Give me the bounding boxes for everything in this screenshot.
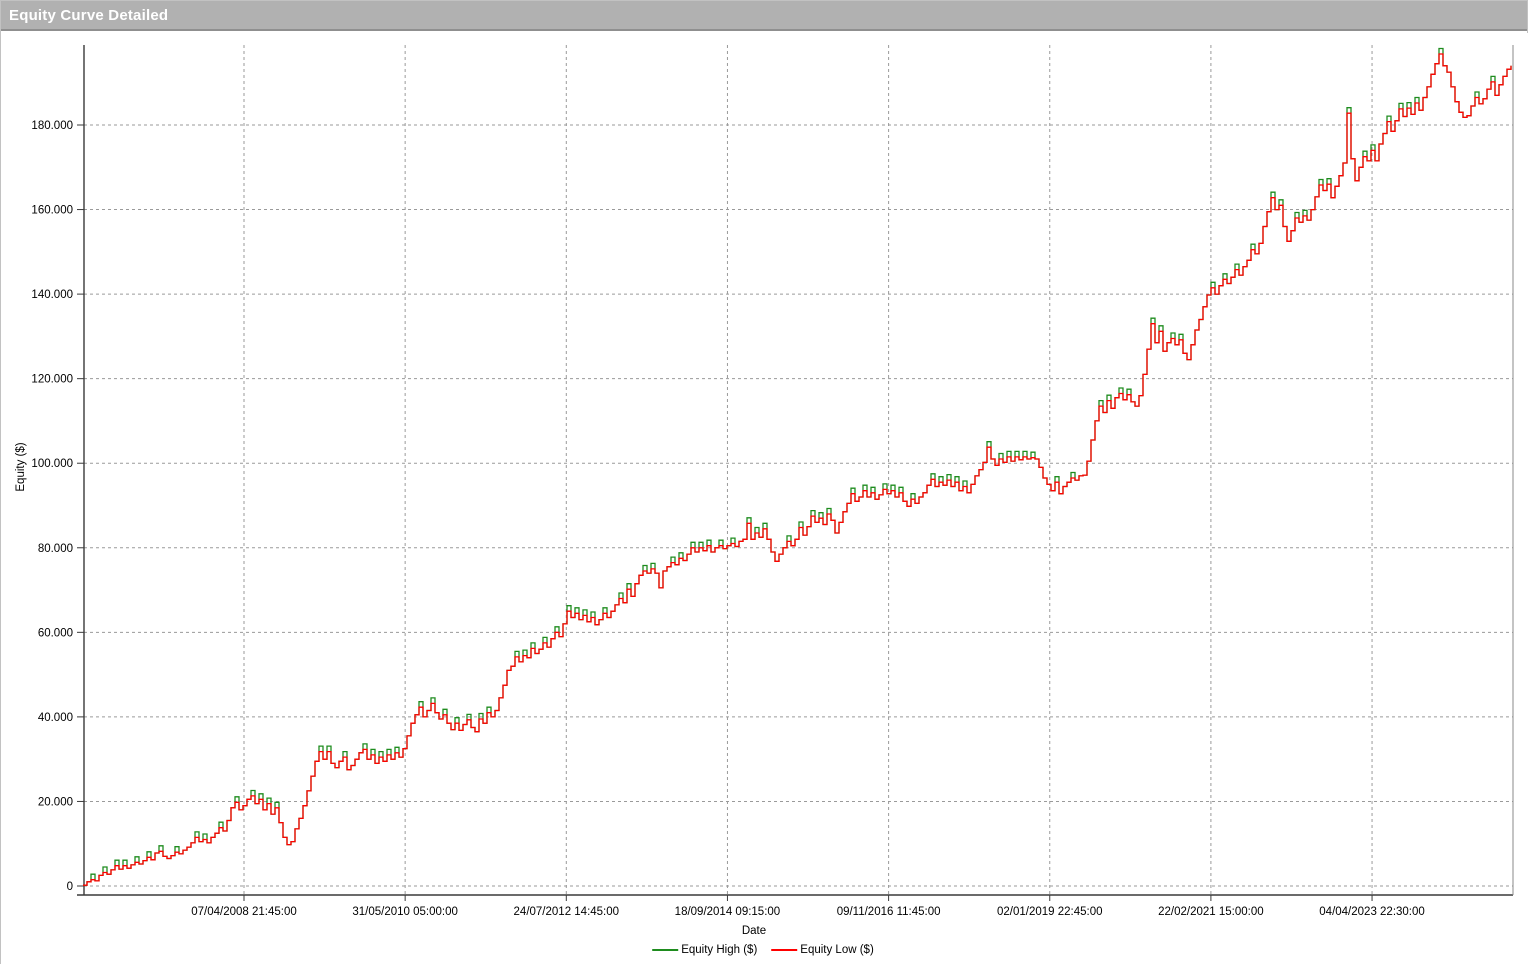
x-tick-label: 07/04/2008 21:45:00 xyxy=(191,906,297,918)
equity-low-series xyxy=(83,54,1511,885)
x-tick-label: 09/11/2016 11:45:00 xyxy=(837,906,941,918)
y-tick-label: 100.000 xyxy=(31,458,73,470)
y-tick-label: 60.000 xyxy=(38,627,73,639)
x-axis-title: Date xyxy=(742,925,766,937)
equity-high-line-icon xyxy=(652,949,678,951)
x-tick-label: 22/02/2021 15:00:00 xyxy=(1158,906,1264,918)
y-tick-label: 20.000 xyxy=(38,796,73,808)
chart-region[interactable]: 0 20.000 40.000 60.000 80.000 100.000 120.000 1… xyxy=(1,33,1528,965)
legend-label-equity-high: Equity High ($) xyxy=(681,944,757,956)
equity-curve-window: Equity Curve Detailed 0 20.000 40.000 60.00… xyxy=(0,0,1528,964)
x-tick-label: 18/09/2014 09:15:00 xyxy=(675,906,781,918)
y-axis-title: Equity ($) xyxy=(15,442,27,491)
x-tick-label: 02/01/2019 22:45:00 xyxy=(997,906,1103,918)
x-tick-label: 04/04/2023 22:30:00 xyxy=(1319,906,1425,918)
y-tick-label: 80.000 xyxy=(38,543,73,555)
window-titlebar[interactable]: Equity Curve Detailed xyxy=(1,1,1527,31)
x-tick-label: 24/07/2012 14:45:00 xyxy=(514,906,620,918)
equity-low-line-icon xyxy=(771,949,797,951)
chart-legend: Equity High ($) Equity Low ($) xyxy=(652,944,874,956)
equity-high-series xyxy=(83,49,1511,886)
window-title: Equity Curve Detailed xyxy=(9,7,168,24)
y-tick-label: 40.000 xyxy=(38,712,73,724)
legend-entry-equity-low: Equity Low ($) xyxy=(771,944,874,956)
y-tick-label: 180.000 xyxy=(31,120,73,132)
legend-label-equity-low: Equity Low ($) xyxy=(800,944,874,956)
equity-chart-plot[interactable]: 0 20.000 40.000 60.000 80.000 100.000 120.000 1… xyxy=(1,33,1528,965)
y-tick-label: 120.000 xyxy=(31,374,73,386)
y-tick-label: 160.000 xyxy=(31,205,73,217)
y-tick-label: 140.000 xyxy=(31,289,73,301)
x-tick-label: 31/05/2010 05:00:00 xyxy=(352,906,458,918)
legend-entry-equity-high: Equity High ($) xyxy=(652,944,757,956)
y-tick-label: 0 xyxy=(67,881,73,893)
